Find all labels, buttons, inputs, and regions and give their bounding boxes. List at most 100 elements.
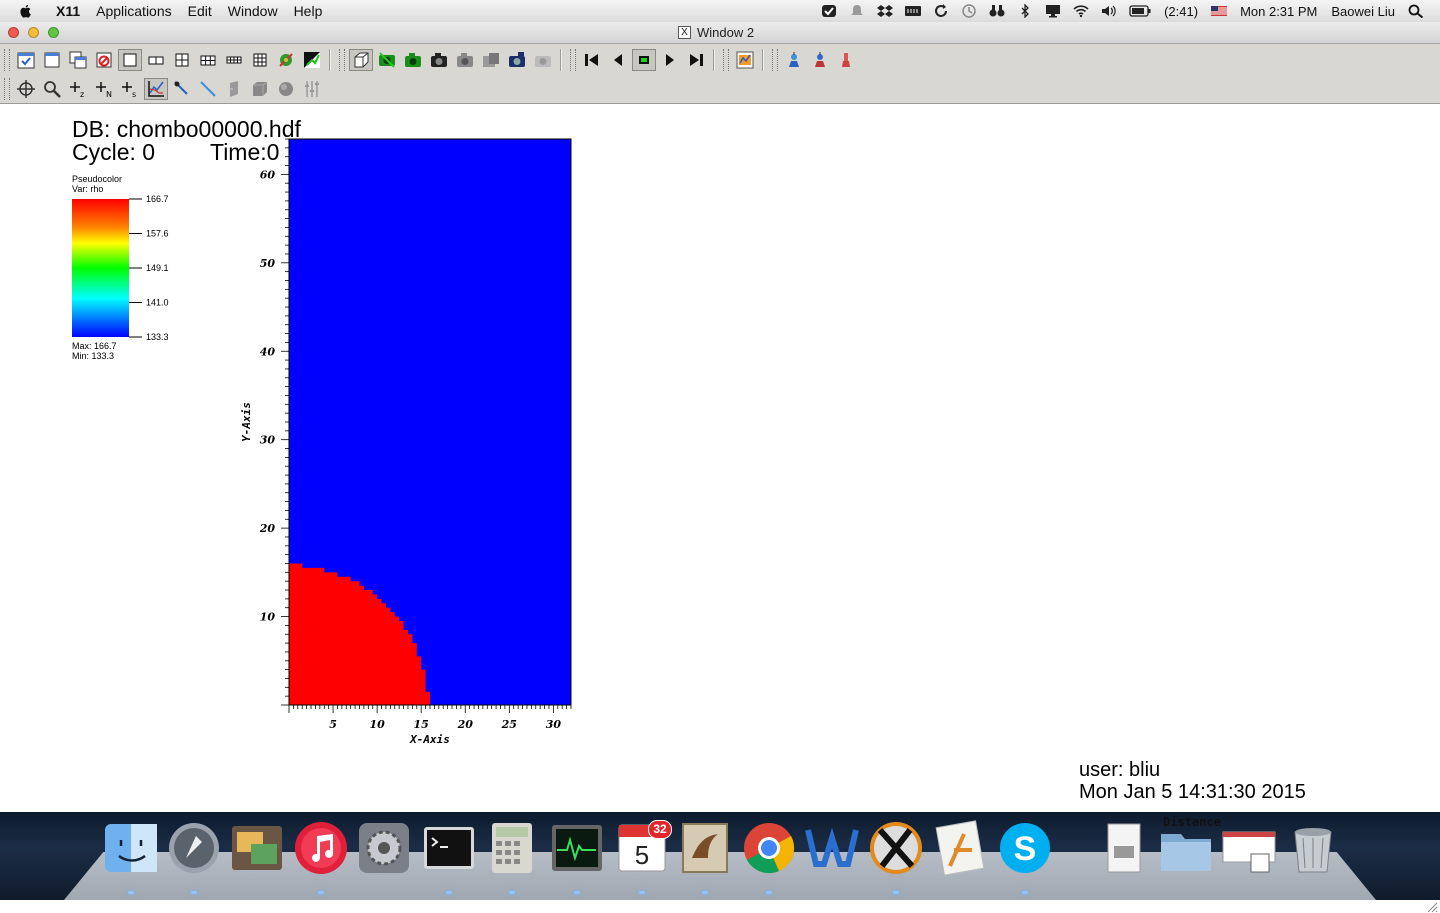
launchpad-icon[interactable]	[166, 820, 222, 876]
pick-icon[interactable]	[733, 49, 757, 71]
visualization-window[interactable]: DB: chombo00000.hdf Cycle: 0 Time:0 Pseu…	[0, 104, 1440, 913]
us-flag-icon[interactable]	[1211, 4, 1228, 18]
pseudocolor-plot[interactable]: 5 10 15 20 25 30 10 20 30 40 50 60 X-Axis Y-Axis	[230, 134, 590, 754]
toolbar-grip-handle[interactable]	[723, 48, 729, 71]
toolbar-grip-handle[interactable]	[339, 48, 345, 71]
system-preferences-icon[interactable]	[356, 820, 412, 876]
step-forward-icon[interactable]	[658, 49, 682, 71]
copy-icon[interactable]	[505, 49, 529, 71]
lock-view-icon[interactable]	[274, 49, 298, 71]
plane-tool-icon[interactable]	[222, 78, 246, 100]
undo-view-icon[interactable]	[808, 49, 832, 71]
print-icon[interactable]	[479, 49, 503, 71]
recenter-icon[interactable]	[782, 49, 806, 71]
zoom-icon[interactable]	[40, 78, 64, 100]
step-back-icon[interactable]	[606, 49, 630, 71]
user-annotation: user: bliu	[1079, 759, 1161, 781]
menu-applications[interactable]: Applications	[88, 3, 180, 19]
zoom-window-button[interactable]	[48, 27, 59, 38]
line-tool-icon[interactable]	[196, 78, 220, 100]
layout-1x2-icon[interactable]	[144, 49, 168, 71]
calculator-icon[interactable]	[484, 820, 540, 876]
display-icon[interactable]	[1045, 4, 1061, 18]
documents-stack-icon[interactable]	[1096, 820, 1152, 876]
y-tick-label: 60	[260, 168, 276, 181]
paste-icon[interactable]	[531, 49, 555, 71]
sphere-tool-icon[interactable]	[274, 78, 298, 100]
menu-help[interactable]: Help	[286, 3, 331, 19]
binoculars-icon[interactable]	[989, 4, 1005, 18]
image-capture-icon[interactable]	[229, 820, 285, 876]
memory-icon[interactable]	[905, 4, 922, 18]
bluetooth-icon[interactable]	[1017, 4, 1033, 18]
dropbox-icon[interactable]	[877, 4, 894, 18]
legend-color-bar	[72, 199, 129, 337]
xcode-icon[interactable]	[932, 820, 988, 876]
checkbox-status-icon[interactable]	[821, 4, 837, 18]
menu-app-name[interactable]: X11	[48, 3, 88, 19]
mail-icon[interactable]	[677, 820, 733, 876]
show-plots-icon[interactable]	[401, 49, 425, 71]
redo-view-icon[interactable]	[834, 49, 858, 71]
notification-bell-icon[interactable]	[849, 4, 865, 18]
axis-restrict-icon[interactable]	[300, 78, 324, 100]
save-image-icon[interactable]	[453, 49, 477, 71]
close-window-button[interactable]	[8, 27, 19, 38]
itunes-icon[interactable]	[293, 820, 349, 876]
new-window-icon[interactable]	[40, 49, 64, 71]
spotlight-search-icon[interactable]	[1408, 4, 1424, 18]
calendar-stack-icon[interactable]	[1221, 820, 1277, 876]
toolbar-grip-handle[interactable]	[4, 78, 10, 100]
minimize-window-button[interactable]	[28, 27, 39, 38]
toolbar-grip-handle[interactable]	[4, 48, 10, 71]
layout-1x1-icon[interactable]	[118, 48, 142, 71]
word-icon[interactable]	[804, 820, 860, 876]
spreadsheet-pick-icon[interactable]: s	[118, 78, 142, 100]
wifi-icon[interactable]	[1073, 4, 1089, 18]
chrome-icon[interactable]	[741, 820, 797, 876]
menu-edit[interactable]: Edit	[180, 3, 220, 19]
time-machine-icon[interactable]	[961, 4, 977, 18]
menu-user[interactable]: Baowei Liu	[1331, 4, 1395, 19]
invert-icon[interactable]	[300, 49, 324, 71]
clear-active-window-icon[interactable]	[14, 49, 38, 71]
layout-2x2-icon[interactable]	[170, 49, 194, 71]
delete-window-icon[interactable]	[92, 49, 116, 71]
draw-plots-icon[interactable]	[427, 49, 451, 71]
layout-2x4-icon[interactable]	[222, 49, 246, 71]
menu-clock[interactable]: Mon 2:31 PM	[1240, 4, 1317, 19]
layout-2x3-icon[interactable]	[196, 49, 220, 71]
lineout-icon[interactable]	[144, 78, 168, 100]
y-tick-label: 30	[260, 434, 276, 447]
sync-icon[interactable]	[933, 4, 949, 18]
node-pick-icon[interactable]: N	[92, 78, 116, 100]
x11-icon[interactable]	[868, 820, 924, 876]
y-axis-label: Y-Axis	[240, 402, 253, 442]
zone-pick-icon[interactable]: z	[66, 78, 90, 100]
rewind-icon[interactable]	[580, 49, 604, 71]
point-tool-icon[interactable]	[170, 78, 194, 100]
navigate-3d-icon[interactable]	[349, 48, 373, 71]
finder-icon[interactable]	[103, 820, 159, 876]
activity-monitor-icon[interactable]	[549, 820, 605, 876]
terminal-icon[interactable]	[421, 820, 477, 876]
trash-icon[interactable]	[1285, 820, 1341, 876]
legend-tick-label: 133.3	[146, 332, 169, 342]
battery-icon[interactable]	[1129, 4, 1151, 18]
menu-window[interactable]: Window	[220, 3, 286, 19]
apple-logo-icon[interactable]	[18, 3, 34, 19]
skype-icon[interactable]: S	[997, 820, 1053, 876]
clone-window-icon[interactable]	[66, 49, 90, 71]
volume-icon[interactable]	[1101, 4, 1117, 18]
stop-icon[interactable]	[632, 48, 656, 71]
navigate-icon[interactable]	[14, 78, 38, 100]
box-tool-icon[interactable]	[248, 78, 272, 100]
window-title-bar[interactable]: X Window 2	[0, 22, 1440, 44]
play-icon[interactable]	[684, 49, 708, 71]
resize-grip-icon[interactable]	[1426, 901, 1438, 913]
layout-3x3-icon[interactable]	[248, 49, 272, 71]
toolbar-grip-handle[interactable]	[772, 48, 778, 71]
toolbar-grip-handle[interactable]	[570, 48, 576, 71]
hide-active-plot-icon[interactable]	[375, 49, 399, 71]
window-title: X Window 2	[678, 25, 754, 40]
